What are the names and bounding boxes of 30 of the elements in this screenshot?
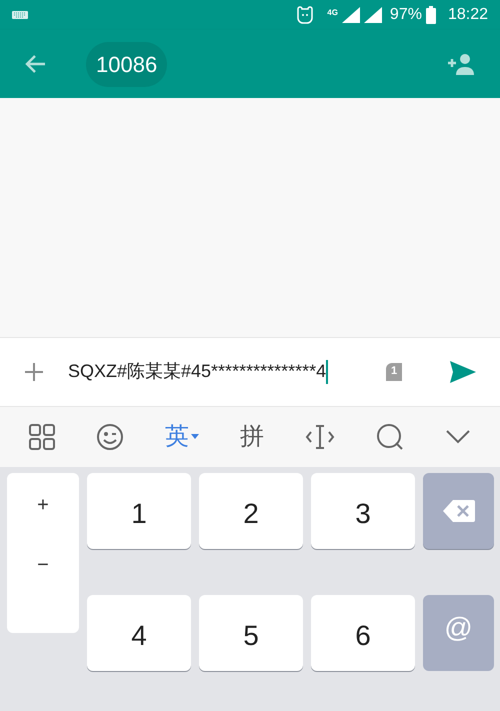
bear-icon: [295, 6, 316, 24]
chevron-down-icon[interactable]: [445, 428, 472, 444]
send-icon[interactable]: [450, 360, 476, 382]
input-mode-tab[interactable]: 英: [164, 418, 199, 454]
back-icon[interactable]: [24, 54, 46, 74]
add-icon[interactable]: [24, 362, 44, 382]
number-key[interactable]: 3: [311, 472, 415, 548]
add-contact-icon[interactable]: [446, 53, 476, 75]
number-key[interactable]: 2: [199, 472, 303, 548]
clock: 18:22: [448, 5, 488, 25]
backspace-icon: [442, 500, 474, 522]
number-key[interactable]: 6: [311, 595, 415, 672]
search-icon[interactable]: [376, 422, 404, 450]
symbol-key[interactable]: −: [7, 532, 79, 592]
symbol-key[interactable]: +: [7, 472, 79, 532]
battery-percent: 97%: [390, 5, 422, 25]
emoji-icon[interactable]: [96, 422, 124, 450]
number-key[interactable]: 1: [87, 472, 191, 548]
cursor-icon[interactable]: [305, 424, 336, 450]
network-type: 4G: [327, 7, 338, 19]
keyboard-icon: [12, 11, 28, 19]
number-key[interactable]: 5: [199, 595, 303, 672]
apps-grid-icon[interactable]: [28, 424, 55, 450]
battery-icon: [426, 6, 436, 24]
message-input[interactable]: SQXZ#陈某某#45***************4: [68, 358, 328, 385]
number-key[interactable]: 4: [87, 595, 191, 672]
signal-icon: [364, 7, 382, 23]
signal-icon: [342, 7, 360, 23]
input-mode-tab[interactable]: 拼: [240, 418, 264, 454]
recipient-chip[interactable]: 10086: [86, 42, 168, 86]
